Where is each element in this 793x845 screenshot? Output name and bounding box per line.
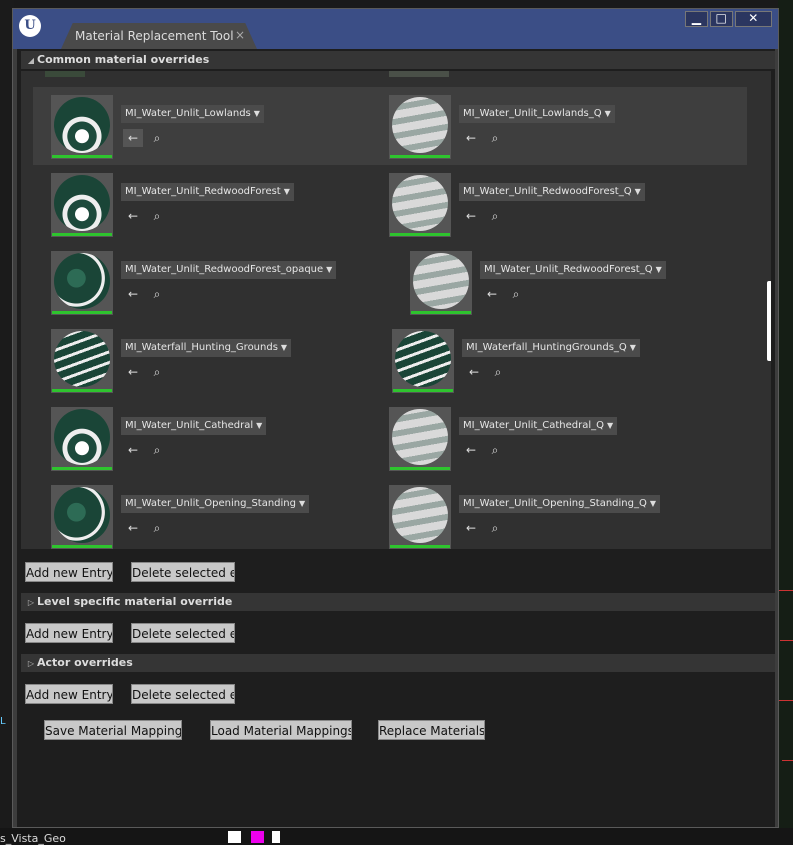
common-overrides-list[interactable]: MI_Water_Unlit_Lowlands ▼ ← ⌕ MI_Water_Un… (21, 71, 771, 549)
material-thumbnail[interactable] (392, 329, 454, 393)
delete-entry-button-level[interactable]: Delete selected er (131, 623, 235, 643)
use-selected-arrow-icon[interactable]: ← (461, 519, 481, 537)
mapping-row[interactable]: MI_Water_Unlit_RedwoodForest_opaque ▼ ← ⌕… (33, 243, 747, 321)
material-thumbnail[interactable] (51, 95, 113, 159)
material-thumbnail[interactable] (389, 95, 451, 159)
source-material-dropdown[interactable]: MI_Water_Unlit_Lowlands ▼ (121, 105, 264, 123)
browse-magnifier-icon[interactable]: ⌕ (147, 285, 167, 303)
browse-magnifier-icon[interactable]: ⌕ (485, 519, 505, 537)
target-material-dropdown[interactable]: MI_Water_Unlit_Opening_Standing_Q ▼ (459, 495, 661, 513)
material-replacement-window: U Material Replacement Tool × ▁ □ ✕ ◢ Com… (12, 8, 779, 828)
material-thumbnail[interactable] (410, 251, 472, 315)
editor-color-swatch[interactable] (251, 831, 264, 843)
use-selected-arrow-icon[interactable]: ← (123, 441, 143, 459)
add-entry-button-actor[interactable]: Add new Entry (25, 684, 113, 704)
use-selected-arrow-icon[interactable]: ← (123, 519, 143, 537)
use-selected-arrow-icon[interactable]: ← (461, 207, 481, 225)
browse-magnifier-icon[interactable]: ⌕ (485, 441, 505, 459)
section-actor-overrides[interactable]: ▷ Actor overrides (21, 654, 775, 672)
material-thumbnail[interactable] (51, 329, 113, 393)
browse-magnifier-icon[interactable]: ⌕ (147, 519, 167, 537)
use-selected-arrow-icon[interactable]: ← (464, 363, 484, 381)
maximize-button[interactable]: □ (709, 11, 733, 27)
material-thumbnail[interactable] (389, 407, 451, 471)
collapsed-arrow-icon: ▷ (27, 598, 35, 607)
use-selected-arrow-icon[interactable]: ← (461, 129, 481, 147)
target-material-dropdown[interactable]: MI_Water_Unlit_Lowlands_Q ▼ (459, 105, 615, 123)
browse-magnifier-icon[interactable]: ⌕ (485, 207, 505, 225)
material-thumbnail[interactable] (51, 407, 113, 471)
editor-background-top (0, 0, 793, 8)
unreal-logo-icon: U (19, 15, 41, 37)
section-title: Level specific material override (37, 595, 233, 608)
source-material-dropdown[interactable]: MI_Water_Unlit_RedwoodForest_opaque ▼ (121, 261, 337, 279)
use-selected-arrow-icon[interactable]: ← (123, 363, 143, 381)
target-material-dropdown[interactable]: MI_Water_Unlit_RedwoodForest_Q ▼ (480, 261, 666, 279)
source-material-dropdown[interactable]: MI_Water_Unlit_Opening_Standing ▼ (121, 495, 310, 513)
mapping-row[interactable]: MI_Water_Unlit_Opening_Standing ▼ ← ⌕ MI_… (33, 477, 747, 549)
use-selected-arrow-icon[interactable]: ← (123, 207, 143, 225)
editor-toolbar-icon[interactable] (228, 831, 241, 843)
browse-magnifier-icon[interactable]: ⌕ (506, 285, 526, 303)
target-material-dropdown[interactable]: MI_Waterfall_HuntingGrounds_Q ▼ (462, 339, 640, 357)
material-thumbnail[interactable] (51, 485, 113, 549)
tab-label: Material Replacement Tool (75, 29, 234, 43)
browse-magnifier-icon[interactable]: ⌕ (147, 441, 167, 459)
browse-magnifier-icon[interactable]: ⌕ (147, 129, 167, 147)
source-material-dropdown[interactable]: MI_Water_Unlit_Cathedral ▼ (121, 417, 267, 435)
section-level-specific-override[interactable]: ▷ Level specific material override (21, 593, 775, 611)
tab-material-replacement-tool[interactable]: Material Replacement Tool × (61, 23, 257, 49)
tab-close-icon[interactable]: × (235, 28, 245, 42)
mapping-row[interactable]: MI_Water_Unlit_Lowlands ▼ ← ⌕ MI_Water_Un… (33, 87, 747, 165)
load-material-mappings-button[interactable]: Load Material Mappings (210, 720, 352, 740)
material-thumbnail[interactable] (51, 173, 113, 237)
mapping-row[interactable]: MI_Waterfall_Hunting_Grounds ▼ ← ⌕ MI_Wat… (33, 321, 747, 399)
browse-magnifier-icon[interactable]: ⌕ (485, 129, 505, 147)
save-material-mappings-button[interactable]: Save Material Mappings (44, 720, 182, 740)
section-title: Common material overrides (37, 53, 210, 66)
close-button[interactable]: ✕ (734, 11, 772, 27)
editor-toolbar-icon[interactable] (272, 831, 280, 843)
target-material-dropdown[interactable]: MI_Water_Unlit_RedwoodForest_Q ▼ (459, 183, 645, 201)
mapping-row[interactable]: MI_Water_Unlit_RedwoodForest ▼ ← ⌕ MI_Wat… (33, 165, 747, 243)
window-controls: ▁ □ ✕ (685, 11, 772, 27)
delete-entry-button-common[interactable]: Delete selected er (131, 562, 235, 582)
minimize-button[interactable]: ▁ (685, 11, 708, 27)
editor-background-bottom: s_Vista_Geo (0, 828, 793, 845)
section-title: Actor overrides (37, 656, 133, 669)
add-entry-button-level[interactable]: Add new Entry (25, 623, 113, 643)
use-selected-arrow-icon[interactable]: ← (461, 441, 481, 459)
list-scrollbar[interactable] (767, 281, 771, 361)
browse-magnifier-icon[interactable]: ⌕ (488, 363, 508, 381)
browse-magnifier-icon[interactable]: ⌕ (147, 363, 167, 381)
material-thumbnail[interactable] (389, 485, 451, 549)
outliner-item-vista-geo[interactable]: s_Vista_Geo (0, 832, 66, 845)
collapsed-arrow-icon: ▷ (27, 659, 35, 668)
delete-entry-button-actor[interactable]: Delete selected er (131, 684, 235, 704)
tool-content: ◢ Common material overrides MI_Water_Unli… (17, 49, 775, 827)
editor-viewport-right (778, 0, 793, 845)
section-common-material-overrides[interactable]: ◢ Common material overrides (21, 51, 775, 69)
source-material-dropdown[interactable]: MI_Waterfall_Hunting_Grounds ▼ (121, 339, 292, 357)
add-entry-button-common[interactable]: Add new Entry (25, 562, 113, 582)
source-material-dropdown[interactable]: MI_Water_Unlit_RedwoodForest ▼ (121, 183, 294, 201)
material-thumbnail[interactable] (389, 173, 451, 237)
editor-left-label: L (0, 716, 6, 727)
use-selected-arrow-icon[interactable]: ← (482, 285, 502, 303)
mapping-row[interactable]: MI_Water_Unlit_Cathedral ▼ ← ⌕ MI_Water_U… (33, 399, 747, 477)
target-material-dropdown[interactable]: MI_Water_Unlit_Cathedral_Q ▼ (459, 417, 618, 435)
title-bar[interactable]: U Material Replacement Tool × ▁ □ ✕ (13, 9, 778, 49)
replace-materials-button[interactable]: Replace Materials (378, 720, 485, 740)
material-thumbnail[interactable] (51, 251, 113, 315)
browse-magnifier-icon[interactable]: ⌕ (147, 207, 167, 225)
use-selected-arrow-icon[interactable]: ← (123, 285, 143, 303)
expanded-arrow-icon: ◢ (27, 56, 35, 65)
use-selected-arrow-icon[interactable]: ← (123, 129, 143, 147)
